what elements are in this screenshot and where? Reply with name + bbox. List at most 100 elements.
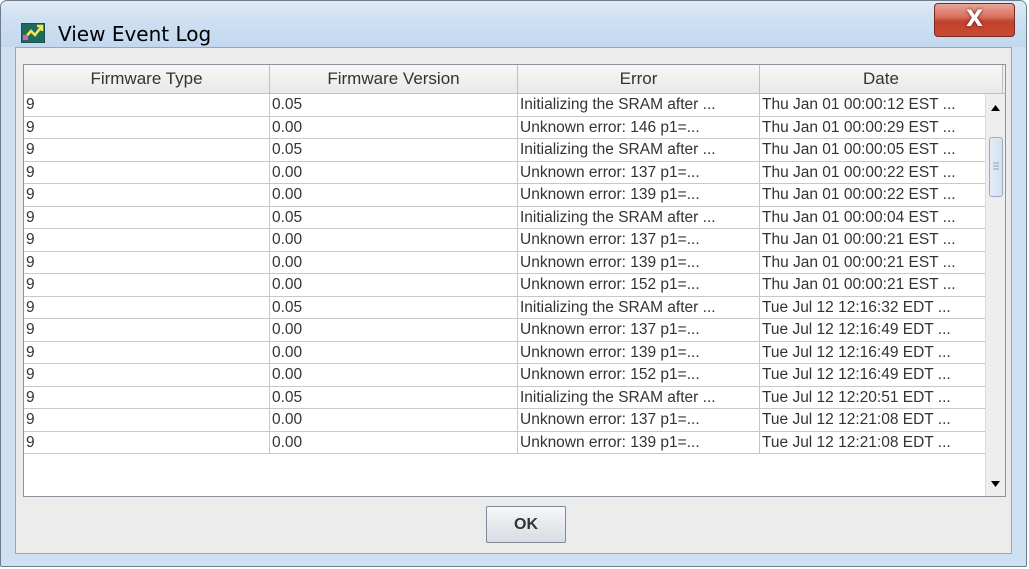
cell-error: Unknown error: 152 p1=... — [518, 364, 760, 387]
table-row[interactable]: 9 0.00 Unknown error: 139 p1=... Thu Jan… — [24, 251, 987, 274]
cell-error: Unknown error: 137 p1=... — [518, 161, 760, 184]
cell-error: Unknown error: 152 p1=... — [518, 274, 760, 297]
cell-date: Thu Jan 01 00:00:29 EST ... — [760, 117, 987, 139]
cell-firmware-type: 9 — [24, 251, 270, 274]
cell-firmware-version: 0.00 — [270, 116, 518, 139]
table-row[interactable]: 9 0.00 Unknown error: 139 p1=... Tue Jul… — [24, 431, 987, 454]
event-log-table: Firmware Type Firmware Version Error Dat… — [23, 64, 1006, 497]
table-row[interactable]: 9 0.00 Unknown error: 139 p1=... Thu Jan… — [24, 184, 987, 207]
cell-error: Unknown error: 137 p1=... — [518, 319, 760, 342]
table-row[interactable]: 9 0.00 Unknown error: 137 p1=... Tue Jul… — [24, 319, 987, 342]
column-header-firmware-version[interactable]: Firmware Version — [270, 65, 518, 93]
table-body: 9 0.05 Initializing the SRAM after ... T… — [24, 94, 987, 496]
cell-firmware-version: 0.00 — [270, 161, 518, 184]
cell-date: Thu Jan 01 00:00:05 EST ... — [760, 139, 987, 162]
cell-firmware-type: 9 — [24, 139, 270, 162]
table-row[interactable]: 9 0.05 Initializing the SRAM after ... T… — [24, 94, 987, 117]
cell-firmware-version: 0.00 — [270, 229, 518, 252]
cell-date: Tue Jul 12 12:16:49 EDT ... — [760, 342, 987, 364]
cell-firmware-version: 0.00 — [270, 184, 518, 207]
cell-date: Tue Jul 12 12:21:08 EDT ... — [760, 409, 987, 432]
cell-date: Tue Jul 12 12:20:51 EDT ... — [760, 387, 987, 409]
cell-firmware-type: 9 — [24, 229, 270, 252]
cell-firmware-version: 0.05 — [270, 206, 518, 229]
cell-firmware-type: 9 — [24, 274, 270, 297]
cell-error: Initializing the SRAM after ... — [518, 386, 760, 409]
cell-error: Initializing the SRAM after ... — [518, 94, 760, 117]
scroll-up-arrow-icon[interactable] — [986, 98, 1005, 118]
cell-date: Thu Jan 01 00:00:04 EST ... — [760, 207, 987, 229]
cell-firmware-version: 0.00 — [270, 341, 518, 364]
cell-firmware-version: 0.05 — [270, 296, 518, 319]
cell-firmware-type: 9 — [24, 206, 270, 229]
cell-firmware-version: 0.00 — [270, 251, 518, 274]
table-row[interactable]: 9 0.05 Initializing the SRAM after ... T… — [24, 386, 987, 409]
table-row[interactable]: 9 0.00 Unknown error: 146 p1=... Thu Jan… — [24, 116, 987, 139]
close-icon: X — [966, 7, 983, 32]
cell-firmware-version: 0.00 — [270, 319, 518, 342]
table-header: Firmware Type Firmware Version Error Dat… — [24, 65, 1005, 94]
cell-date: Thu Jan 01 00:00:22 EST ... — [760, 184, 987, 207]
table-row[interactable]: 9 0.05 Initializing the SRAM after ... T… — [24, 206, 987, 229]
cell-date: Thu Jan 01 00:00:12 EST ... — [760, 94, 987, 117]
cell-date: Tue Jul 12 12:16:32 EDT ... — [760, 297, 987, 319]
cell-firmware-type: 9 — [24, 296, 270, 319]
ok-button[interactable]: OK — [486, 506, 566, 543]
cell-date: Tue Jul 12 12:16:49 EDT ... — [760, 364, 987, 387]
table-row[interactable]: 9 0.05 Initializing the SRAM after ... T… — [24, 139, 987, 162]
cell-error: Initializing the SRAM after ... — [518, 139, 760, 162]
cell-firmware-type: 9 — [24, 386, 270, 409]
cell-firmware-type: 9 — [24, 431, 270, 454]
close-button[interactable]: X — [934, 3, 1015, 37]
cell-firmware-version: 0.05 — [270, 94, 518, 117]
app-icon — [20, 22, 46, 44]
cell-firmware-type: 9 — [24, 161, 270, 184]
table-row[interactable]: 9 0.00 Unknown error: 152 p1=... Tue Jul… — [24, 364, 987, 387]
cell-error: Unknown error: 139 p1=... — [518, 341, 760, 364]
cell-error: Unknown error: 137 p1=... — [518, 409, 760, 432]
table-row[interactable]: 9 0.05 Initializing the SRAM after ... T… — [24, 296, 987, 319]
header-scroll-corner — [1003, 65, 1005, 93]
table-row[interactable]: 9 0.00 Unknown error: 137 p1=... Tue Jul… — [24, 409, 987, 432]
table-row[interactable]: 9 0.00 Unknown error: 137 p1=... Thu Jan… — [24, 229, 987, 252]
column-header-date[interactable]: Date — [760, 65, 1003, 93]
cell-firmware-version: 0.00 — [270, 431, 518, 454]
cell-firmware-version: 0.00 — [270, 274, 518, 297]
window-title: View Event Log — [58, 22, 212, 46]
cell-error: Initializing the SRAM after ... — [518, 206, 760, 229]
cell-error: Unknown error: 137 p1=... — [518, 229, 760, 252]
cell-firmware-version: 0.05 — [270, 139, 518, 162]
table-row[interactable]: 9 0.00 Unknown error: 137 p1=... Thu Jan… — [24, 161, 987, 184]
cell-date: Thu Jan 01 00:00:22 EST ... — [760, 162, 987, 184]
cell-firmware-type: 9 — [24, 319, 270, 342]
cell-firmware-version: 0.00 — [270, 409, 518, 432]
event-log-dialog: View Event Log X Firmware Type Firmware … — [0, 0, 1027, 567]
cell-error: Unknown error: 139 p1=... — [518, 184, 760, 207]
column-header-firmware-type[interactable]: Firmware Type — [24, 65, 270, 93]
table-row[interactable]: 9 0.00 Unknown error: 152 p1=... Thu Jan… — [24, 274, 987, 297]
vertical-scrollbar[interactable] — [985, 94, 1005, 496]
cell-error: Unknown error: 146 p1=... — [518, 116, 760, 139]
cell-date: Thu Jan 01 00:00:21 EST ... — [760, 252, 987, 274]
scrollbar-thumb[interactable] — [989, 137, 1003, 197]
cell-date: Tue Jul 12 12:16:49 EDT ... — [760, 319, 987, 342]
cell-error: Unknown error: 139 p1=... — [518, 251, 760, 274]
cell-date: Tue Jul 12 12:21:08 EDT ... — [760, 432, 987, 454]
title-bar[interactable]: View Event Log X — [1, 1, 1026, 47]
cell-error: Initializing the SRAM after ... — [518, 296, 760, 319]
cell-firmware-type: 9 — [24, 409, 270, 432]
cell-firmware-type: 9 — [24, 116, 270, 139]
scroll-down-arrow-icon[interactable] — [986, 474, 1005, 494]
cell-firmware-type: 9 — [24, 341, 270, 364]
cell-firmware-type: 9 — [24, 184, 270, 207]
column-header-error[interactable]: Error — [518, 65, 760, 93]
cell-error: Unknown error: 139 p1=... — [518, 431, 760, 454]
cell-date: Thu Jan 01 00:00:21 EST ... — [760, 274, 987, 297]
cell-firmware-type: 9 — [24, 94, 270, 117]
cell-date: Thu Jan 01 00:00:21 EST ... — [760, 229, 987, 252]
cell-firmware-version: 0.05 — [270, 386, 518, 409]
dialog-content: Firmware Type Firmware Version Error Dat… — [15, 47, 1012, 554]
cell-firmware-version: 0.00 — [270, 364, 518, 387]
table-row[interactable]: 9 0.00 Unknown error: 139 p1=... Tue Jul… — [24, 341, 987, 364]
cell-firmware-type: 9 — [24, 364, 270, 387]
